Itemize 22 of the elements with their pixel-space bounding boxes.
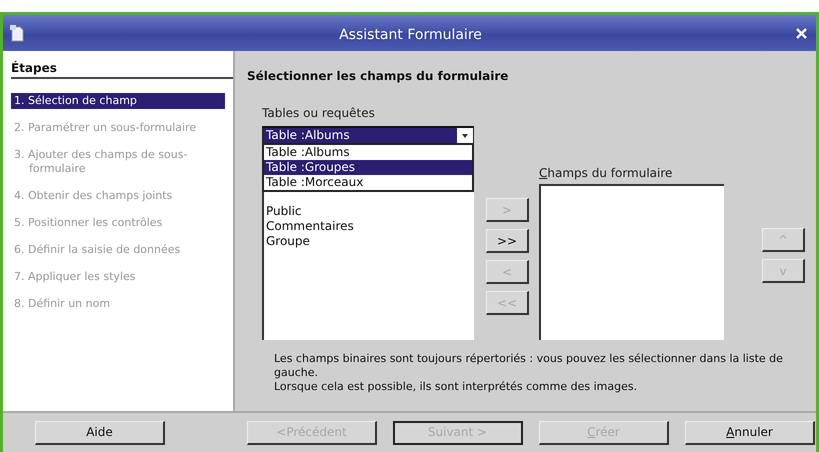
info-text: Lorsque cela est possible, ils sont interprétés comme des images. (274, 380, 638, 394)
list-item[interactable]: Groupe (266, 234, 474, 249)
dropdown-option[interactable]: Table :Morceaux (264, 175, 472, 190)
close-icon[interactable] (796, 28, 807, 38)
dropdown-option[interactable]: Table :Groupes (264, 160, 472, 175)
form-fields-list[interactable] (539, 184, 724, 340)
steps-heading: Étapes (11, 61, 233, 79)
dialog-button[interactable]: Aide (35, 420, 165, 444)
dialog-button[interactable]: Annuler (685, 420, 815, 444)
window-title: Assistant Formulaire (339, 26, 482, 42)
step-item[interactable]: 1. Sélection de champ (11, 93, 225, 109)
section-heading: Sélectionner les champs du formulaire (247, 69, 508, 83)
tables-dropdown[interactable]: Table :Albums (262, 126, 474, 144)
app-icon (9, 24, 25, 42)
move-button[interactable]: >> (486, 229, 529, 253)
info-text: Les champs binaires sont toujours répertoriés : vous pouvez les sélectionner dans la liste de gauche. (274, 352, 784, 380)
list-item[interactable]: Public (266, 204, 474, 219)
caret-icon (462, 134, 468, 138)
dropdown-option[interactable]: Table :Albums (264, 145, 472, 160)
field-label: Champs du formulaire (539, 166, 672, 182)
field-label: Tables ou requêtes (262, 106, 375, 122)
list-item[interactable]: Commentaires (266, 219, 474, 234)
